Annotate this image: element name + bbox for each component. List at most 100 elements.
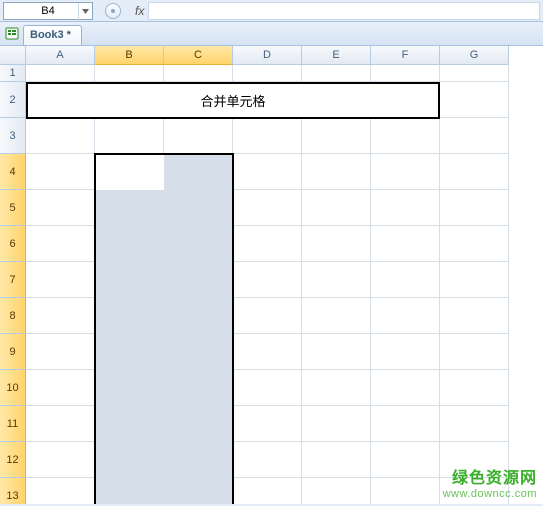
cell[interactable]: [233, 478, 302, 504]
cell[interactable]: [302, 334, 371, 370]
row-header-5[interactable]: 5: [0, 190, 26, 226]
cell[interactable]: [26, 442, 95, 478]
cell[interactable]: [233, 442, 302, 478]
formula-bar-row: B4 fx: [0, 0, 543, 22]
cell[interactable]: [302, 190, 371, 226]
cell[interactable]: [440, 478, 509, 504]
cell[interactable]: [164, 118, 233, 154]
cell[interactable]: [440, 82, 509, 118]
cell[interactable]: [371, 118, 440, 154]
cell[interactable]: [440, 226, 509, 262]
cell[interactable]: [233, 118, 302, 154]
cell[interactable]: [371, 190, 440, 226]
workbook-tabbar: Book3 *: [0, 22, 543, 46]
cell[interactable]: [371, 226, 440, 262]
cell[interactable]: [26, 406, 95, 442]
tab-book3[interactable]: Book3 *: [23, 25, 82, 45]
col-header-G[interactable]: G: [440, 46, 509, 65]
row-header-7[interactable]: 7: [0, 262, 26, 298]
cell[interactable]: [371, 406, 440, 442]
fx-icon[interactable]: fx: [135, 4, 144, 18]
cell[interactable]: [302, 370, 371, 406]
cell[interactable]: [26, 226, 95, 262]
col-header-A[interactable]: A: [26, 46, 95, 65]
cell[interactable]: [371, 442, 440, 478]
cell[interactable]: [233, 298, 302, 334]
cell[interactable]: [440, 406, 509, 442]
cell[interactable]: [440, 442, 509, 478]
cell[interactable]: [371, 298, 440, 334]
cell[interactable]: [26, 370, 95, 406]
cell[interactable]: [26, 334, 95, 370]
cell[interactable]: [371, 370, 440, 406]
row-header-3[interactable]: 3: [0, 118, 26, 154]
cell[interactable]: [26, 154, 95, 190]
name-box[interactable]: B4: [3, 2, 93, 20]
row-header-4[interactable]: 4: [0, 154, 26, 190]
cell[interactable]: [164, 65, 233, 82]
cell[interactable]: [233, 406, 302, 442]
cell[interactable]: [26, 298, 95, 334]
spreadsheet-grid[interactable]: A B C D E F G 1 2 3 4 5 6 7 8 9 10 11 12…: [0, 46, 543, 504]
cell[interactable]: [302, 65, 371, 82]
cell[interactable]: [371, 65, 440, 82]
merged-cell-A2F2[interactable]: 合并单元格: [26, 82, 440, 119]
row-header-9[interactable]: 9: [0, 334, 26, 370]
cell[interactable]: [26, 478, 95, 504]
cell[interactable]: [302, 298, 371, 334]
cell[interactable]: [371, 154, 440, 190]
cell[interactable]: [302, 442, 371, 478]
row-header-10[interactable]: 10: [0, 370, 26, 406]
cell[interactable]: [233, 370, 302, 406]
row-header-6[interactable]: 6: [0, 226, 26, 262]
col-header-D[interactable]: D: [233, 46, 302, 65]
col-header-F[interactable]: F: [371, 46, 440, 65]
cell[interactable]: [26, 118, 95, 154]
select-all-corner[interactable]: [0, 46, 26, 65]
row-header-13[interactable]: 13: [0, 478, 26, 504]
cell[interactable]: [371, 334, 440, 370]
row-header-12[interactable]: 12: [0, 442, 26, 478]
cell[interactable]: [26, 65, 95, 82]
cell[interactable]: [440, 298, 509, 334]
cell[interactable]: [95, 118, 164, 154]
cell[interactable]: [302, 154, 371, 190]
cell[interactable]: [233, 226, 302, 262]
cell[interactable]: [302, 118, 371, 154]
col-header-B[interactable]: B: [95, 46, 164, 65]
col-header-E[interactable]: E: [302, 46, 371, 65]
cell[interactable]: [440, 262, 509, 298]
cell[interactable]: [440, 334, 509, 370]
cell[interactable]: [233, 154, 302, 190]
cell[interactable]: [26, 190, 95, 226]
cell[interactable]: [302, 406, 371, 442]
cell[interactable]: [440, 65, 509, 82]
cell[interactable]: [440, 118, 509, 154]
col-header-C[interactable]: C: [164, 46, 233, 65]
row-header-11[interactable]: 11: [0, 406, 26, 442]
cell[interactable]: [302, 262, 371, 298]
row-header-8[interactable]: 8: [0, 298, 26, 334]
cell[interactable]: [371, 262, 440, 298]
cell[interactable]: [302, 226, 371, 262]
cell[interactable]: [233, 334, 302, 370]
row-header-2[interactable]: 2: [0, 82, 26, 118]
cell[interactable]: [233, 262, 302, 298]
cell[interactable]: [95, 65, 164, 82]
expand-formula-button[interactable]: [105, 3, 121, 19]
name-box-dropdown[interactable]: [78, 3, 92, 21]
cell[interactable]: [233, 190, 302, 226]
cells-layer: 合并单元格: [26, 65, 509, 504]
row-header-1[interactable]: 1: [0, 65, 26, 82]
cell[interactable]: [371, 478, 440, 504]
cell[interactable]: [440, 370, 509, 406]
cell[interactable]: [440, 190, 509, 226]
cell[interactable]: [233, 65, 302, 82]
cell[interactable]: [26, 262, 95, 298]
formula-input[interactable]: [148, 2, 540, 20]
row-headers: 1 2 3 4 5 6 7 8 9 10 11 12 13: [0, 65, 26, 504]
name-box-value: B4: [41, 5, 54, 17]
cell[interactable]: [440, 154, 509, 190]
column-headers: A B C D E F G: [26, 46, 509, 65]
cell[interactable]: [302, 478, 371, 504]
